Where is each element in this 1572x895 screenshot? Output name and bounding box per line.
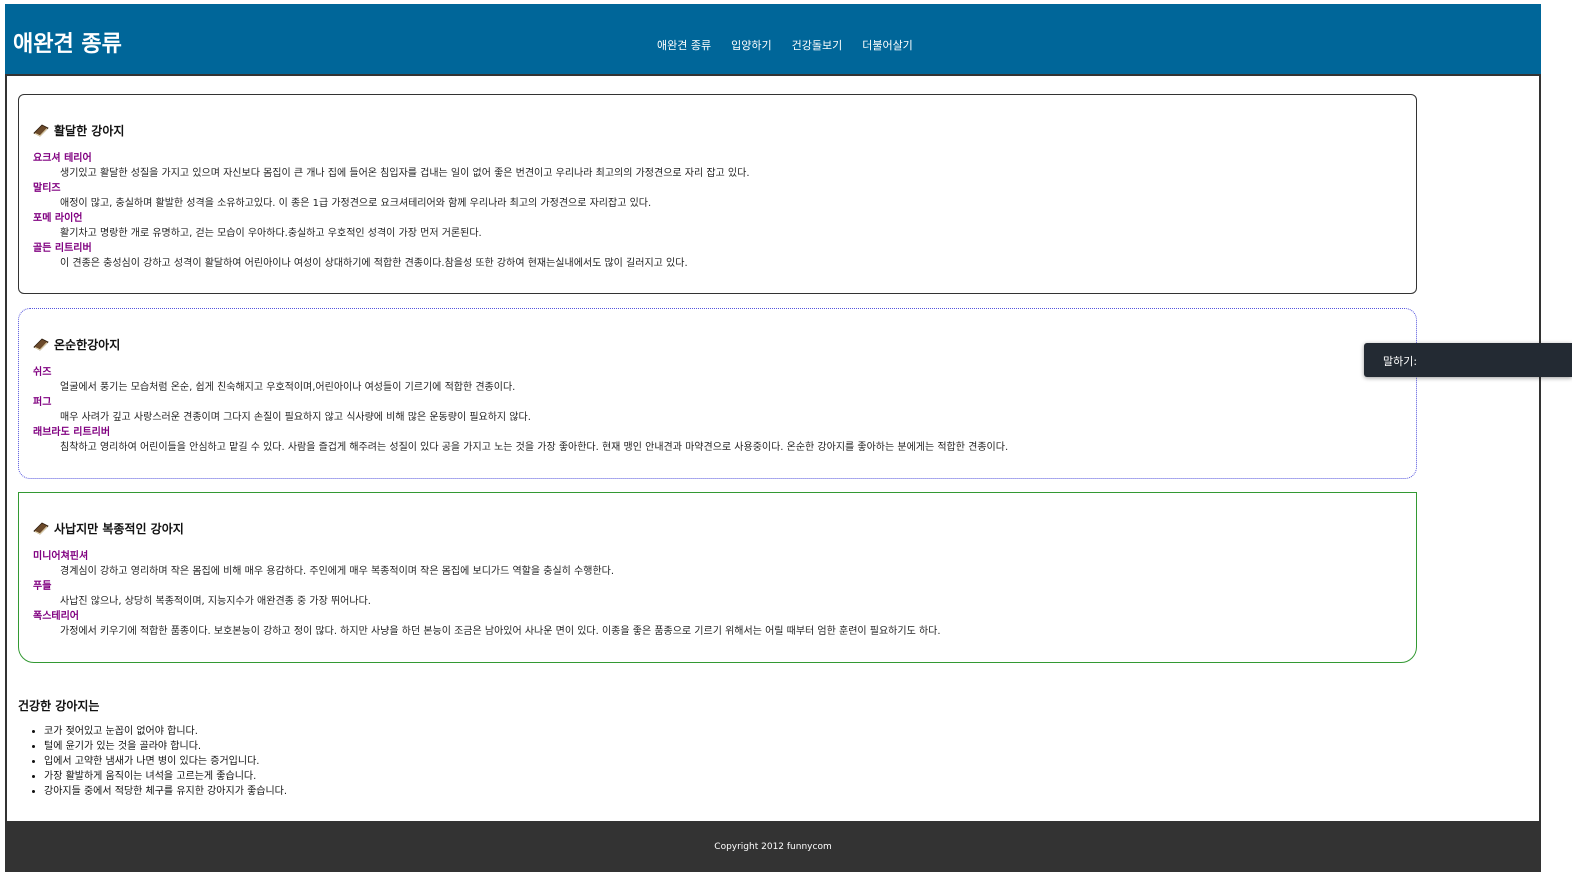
breed-description: 애정이 많고, 충실하며 활발한 성격을 소유하고있다. 이 종은 1급 가정견…	[60, 198, 652, 209]
breed-description: 가정에서 키우기에 적합한 품종이다. 보호본능이 강하고 정이 많다. 하지만…	[60, 626, 941, 637]
breed-name: 래브라도 리트리버	[33, 427, 111, 438]
section-active-dogs: 활달한 강아지 요크셔 테리어 생기있고 활달한 성질을 가지고 있으며 자신보…	[18, 94, 1417, 294]
health-list-item: 털에 윤기가 있는 것을 골라야 합니다.	[44, 739, 287, 754]
breed-name: 폭스테리어	[33, 611, 79, 622]
site-header: 애완견 종류 애완견 종류 입양하기 건강돌보기 더불어살기	[5, 4, 1541, 76]
breed-list: 요크셔 테리어 생기있고 활달한 성질을 가지고 있으며 자신보다 몸집이 큰 …	[33, 151, 1402, 271]
breed-description: 매우 사려가 깊고 사랑스러운 견종이며 그다지 손질이 필요하지 않고 식사량…	[60, 412, 531, 423]
copyright-text: Copyright 2012 funnycom	[714, 841, 832, 852]
breed-description: 생기있고 활달한 성질을 가지고 있으며 자신보다 몸집이 큰 개나 집에 들어…	[60, 168, 750, 179]
section-heading-row: 온순한강아지	[33, 335, 1402, 353]
section-heading: 활달한 강아지	[54, 123, 125, 138]
book-icon	[33, 522, 49, 535]
book-icon	[33, 124, 49, 137]
health-section: 건강한 강아지는 코가 젖어있고 눈꼽이 없어야 합니다. 털에 윤기가 있는 …	[18, 697, 287, 799]
health-heading: 건강한 강아지는	[18, 699, 100, 713]
breed-name: 쉬즈	[33, 367, 52, 378]
breed-name: 골든 리트리버	[33, 243, 92, 254]
nav-link-adoption[interactable]: 입양하기	[731, 37, 771, 53]
breed-description: 사납진 않으나, 상당히 복종적이며, 지능지수가 애완견종 중 가장 뛰어나다…	[60, 596, 371, 607]
breed-name: 퍼그	[33, 397, 52, 408]
health-list-item: 가장 활발하게 움직이는 녀석을 고르는게 좋습니다.	[44, 769, 287, 784]
nav-link-health-care[interactable]: 건강돌보기	[792, 37, 843, 53]
breed-description: 얼굴에서 풍기는 모습처럼 온순, 쉽게 친숙해지고 우호적이며,어린아이나 여…	[60, 382, 516, 393]
breed-name: 포메 라이언	[33, 213, 83, 224]
breed-list: 미니어쳐핀셔 경계심이 강하고 영리하며 작은 몸집에 비해 매우 용감하다. …	[33, 549, 1402, 639]
section-gentle-dogs: 온순한강아지 쉬즈 얼굴에서 풍기는 모습처럼 온순, 쉽게 친숙해지고 우호적…	[18, 308, 1417, 479]
section-heading-row: 활달한 강아지	[33, 121, 1402, 139]
section-heading-row: 사납지만 복종적인 강아지	[33, 519, 1402, 537]
site-title: 애완견 종류	[13, 32, 122, 57]
health-list-item: 코가 젖어있고 눈꼽이 없어야 합니다.	[44, 724, 287, 739]
health-list-item: 강아지들 중에서 적당한 체구를 유지한 강아지가 좋습니다.	[44, 784, 287, 799]
breed-name: 요크셔 테리어	[33, 153, 92, 164]
breed-name: 말티즈	[33, 183, 61, 194]
section-fierce-obedient-dogs: 사납지만 복종적인 강아지 미니어쳐핀셔 경계심이 강하고 영리하며 작은 몸집…	[18, 492, 1417, 663]
breed-name: 푸들	[33, 581, 52, 592]
health-list: 코가 젖어있고 눈꼽이 없어야 합니다. 털에 윤기가 있는 것을 골라야 합니…	[18, 724, 287, 799]
breed-description: 침착하고 영리하여 어린이들을 안심하고 맡길 수 있다. 사람을 즐겁게 해주…	[60, 442, 1009, 453]
nav-link-living-together[interactable]: 더불어살기	[862, 37, 913, 53]
nav-link-breeds[interactable]: 애완견 종류	[657, 37, 711, 53]
breed-description: 활기차고 명랑한 개로 유명하고, 걷는 모습이 우아하다.충실하고 우호적인 …	[60, 228, 482, 239]
breed-description: 경계심이 강하고 영리하며 작은 몸집에 비해 매우 용감하다. 주인에게 매우…	[60, 566, 615, 577]
speak-label: 말하기:	[1383, 355, 1418, 368]
section-heading: 온순한강아지	[54, 337, 121, 352]
speak-panel[interactable]: 말하기:	[1364, 343, 1572, 377]
book-icon	[33, 338, 49, 351]
health-list-item: 입에서 고약한 냄새가 나면 병이 있다는 증거입니다.	[44, 754, 287, 769]
site-footer: Copyright 2012 funnycom	[5, 821, 1541, 872]
section-heading: 사납지만 복종적인 강아지	[54, 521, 184, 536]
breed-list: 쉬즈 얼굴에서 풍기는 모습처럼 온순, 쉽게 친숙해지고 우호적이며,어린아이…	[33, 365, 1402, 455]
breed-description: 이 견종은 충성심이 강하고 성격이 활달하여 어린아이나 여성이 상대하기에 …	[60, 258, 688, 269]
breed-name: 미니어쳐핀셔	[33, 551, 89, 562]
main-nav: 애완견 종류 입양하기 건강돌보기 더불어살기	[657, 37, 913, 53]
